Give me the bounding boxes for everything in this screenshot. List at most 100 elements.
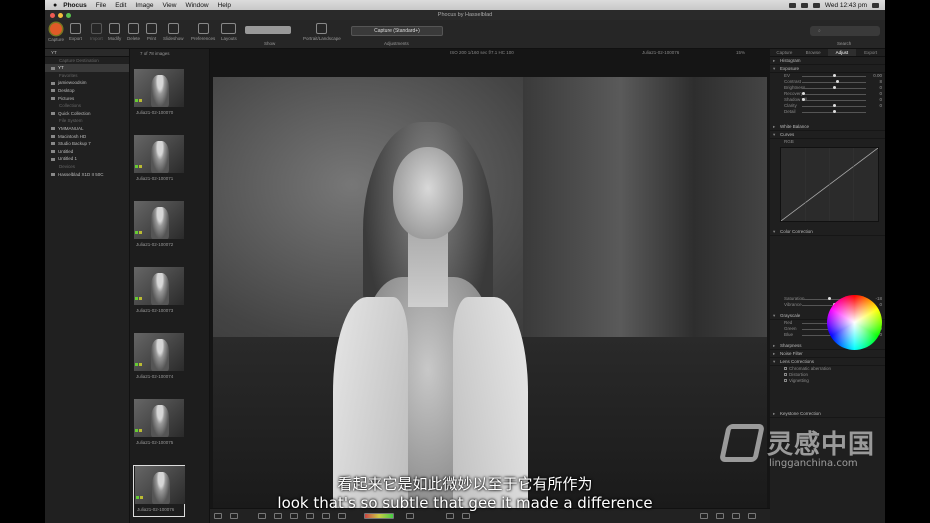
slider-track[interactable]: [802, 80, 866, 83]
loupe-tool-icon[interactable]: [338, 513, 346, 519]
slider-track[interactable]: [802, 74, 866, 77]
slider-track[interactable]: [802, 98, 866, 101]
folder-item[interactable]: Untitled 1: [45, 155, 129, 163]
main-photo[interactable]: [213, 77, 767, 509]
section-white-balance[interactable]: White Balance: [770, 123, 885, 131]
search-input[interactable]: ⌕: [810, 26, 880, 36]
folder-item[interactable]: Untitled: [45, 148, 129, 156]
prev-image-icon[interactable]: [446, 513, 454, 519]
slider-value[interactable]: 0: [879, 302, 882, 308]
capture-button[interactable]: Capture: [48, 23, 64, 42]
checkbox-icon[interactable]: [784, 367, 787, 370]
menu-file[interactable]: File: [96, 2, 106, 9]
folder-item[interactable]: Studio Backup 7: [45, 140, 129, 148]
straighten-tool-icon[interactable]: [306, 513, 314, 519]
section-exposure[interactable]: Exposure: [770, 65, 885, 73]
folder-item[interactable]: Desktop: [45, 87, 129, 95]
rating-icon[interactable]: [406, 513, 414, 519]
adjustments-select[interactable]: Capture (Standard+): [351, 26, 443, 36]
path-selector[interactable]: YT: [45, 49, 129, 57]
next-image-icon[interactable]: [462, 513, 470, 519]
folder-item[interactable]: jamiewoodsim: [45, 79, 129, 87]
lens-checkbox-row[interactable]: Vignetting: [770, 378, 885, 384]
zoom-level[interactable]: 15%: [736, 49, 745, 56]
tab-browse[interactable]: Browse: [799, 49, 828, 56]
folder-item[interactable]: YMMANUAL: [45, 125, 129, 133]
folder-item[interactable]: Pictures: [45, 95, 129, 103]
minimize-icon[interactable]: [58, 12, 63, 18]
slider-knob[interactable]: [835, 80, 839, 83]
slider-knob[interactable]: [827, 297, 831, 300]
slider-knob[interactable]: [802, 92, 805, 95]
slider-knob[interactable]: [832, 86, 836, 89]
portrait-landscape-button[interactable]: Portrait/Landscape: [303, 23, 341, 41]
retouch-tool-icon[interactable]: [322, 513, 330, 519]
apple-icon[interactable]: ●: [53, 2, 57, 9]
section-color-correction[interactable]: Color Correction: [770, 228, 885, 236]
color-wheel[interactable]: [827, 295, 882, 350]
status-icon[interactable]: [788, 2, 796, 8]
grid-icon[interactable]: [732, 513, 740, 519]
slider-track[interactable]: [802, 92, 866, 95]
layouts-button[interactable]: Layouts: [221, 23, 237, 41]
thumbnail[interactable]: Julia21-02-100075: [133, 399, 185, 451]
slider-knob[interactable]: [832, 74, 836, 77]
curves-graph[interactable]: [780, 147, 879, 222]
folder-item[interactable]: Hasselblad X1D II 50C: [45, 171, 129, 179]
curves-preset[interactable]: RGB: [770, 139, 885, 145]
slider-knob[interactable]: [832, 104, 836, 107]
menu-edit[interactable]: Edit: [115, 2, 126, 9]
compare-view-icon[interactable]: [230, 513, 238, 519]
thumbnail[interactable]: Julia21-02-100072: [133, 201, 185, 253]
section-curves[interactable]: Curves: [770, 131, 885, 139]
modify-button[interactable]: Modify: [108, 23, 121, 41]
checkbox-icon[interactable]: [784, 373, 787, 376]
thumbnail[interactable]: Julia21-02-100073: [133, 267, 185, 319]
print-button[interactable]: Print: [146, 23, 157, 41]
slider-track[interactable]: [802, 110, 866, 113]
single-view-icon[interactable]: [214, 513, 222, 519]
info-icon[interactable]: [748, 513, 756, 519]
delete-button[interactable]: Delete: [127, 23, 140, 41]
show-segmented-control[interactable]: [245, 26, 291, 34]
section-histogram[interactable]: Histogram: [770, 57, 885, 65]
thumbnail[interactable]: Julia21-02-100071: [133, 135, 185, 187]
section-keystone[interactable]: Keystone Correction: [770, 410, 885, 418]
slider-knob[interactable]: [802, 98, 805, 101]
import-button[interactable]: Import: [90, 23, 103, 41]
preferences-button[interactable]: Preferences: [191, 23, 215, 41]
folder-item[interactable]: YT: [45, 64, 129, 72]
wifi-icon[interactable]: [800, 2, 808, 8]
crop-tool-icon[interactable]: [290, 513, 298, 519]
export-button[interactable]: Export: [69, 23, 82, 41]
hand-tool-icon[interactable]: [274, 513, 282, 519]
section-lens-corrections[interactable]: Lens Corrections: [770, 358, 885, 366]
menu-view[interactable]: View: [162, 2, 176, 9]
checkbox-icon[interactable]: [784, 379, 787, 382]
battery-icon[interactable]: [812, 2, 820, 8]
close-icon[interactable]: [50, 12, 55, 18]
zoom-100-icon[interactable]: [716, 513, 724, 519]
slideshow-button[interactable]: Slideshow: [163, 23, 184, 41]
tab-export[interactable]: Export: [856, 49, 885, 56]
slider-track[interactable]: [802, 86, 866, 89]
thumbnail[interactable]: Julia21-02-100070: [133, 69, 185, 121]
color-tags-icon[interactable]: [364, 513, 394, 519]
tab-capture[interactable]: Capture: [770, 49, 799, 56]
menu-window[interactable]: Window: [185, 2, 208, 9]
thumbnail[interactable]: Julia21-02-100074: [133, 333, 185, 385]
folder-item[interactable]: Macintosh HD: [45, 133, 129, 141]
menu-clock[interactable]: Wed 12:43 pm: [825, 2, 867, 9]
menu-app[interactable]: Phocus: [63, 2, 86, 9]
menu-image[interactable]: Image: [135, 2, 153, 9]
slider-track[interactable]: [802, 104, 866, 107]
spotlight-icon[interactable]: [872, 2, 879, 8]
tab-adjust[interactable]: Adjust: [827, 49, 857, 56]
menu-help[interactable]: Help: [218, 2, 231, 9]
slider-knob[interactable]: [832, 110, 836, 113]
section-noise-filter[interactable]: Noise Filter: [770, 350, 885, 358]
folder-item[interactable]: Quick Collection: [45, 110, 129, 118]
select-tool-icon[interactable]: [258, 513, 266, 519]
fit-icon[interactable]: [700, 513, 708, 519]
zoom-icon[interactable]: [66, 12, 71, 18]
